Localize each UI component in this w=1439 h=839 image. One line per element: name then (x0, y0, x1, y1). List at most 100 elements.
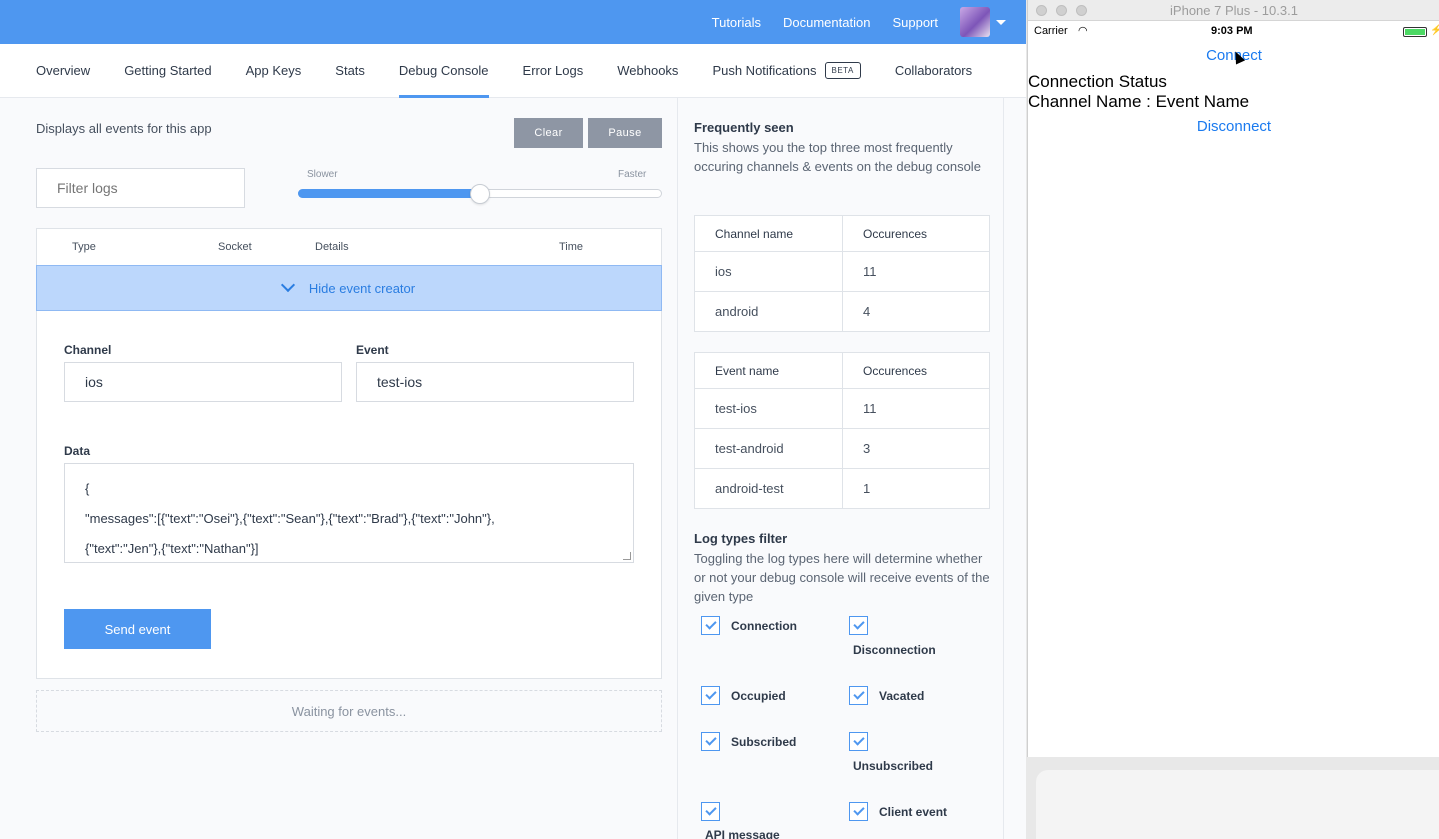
subscribed-checkbox[interactable] (701, 732, 720, 751)
table-cell: ios (694, 251, 843, 292)
data-textarea[interactable]: { "messages":[{"text":"Osei"},{"text":"S… (64, 463, 634, 563)
occupied-checkbox[interactable] (701, 686, 720, 705)
table-header: Channel name (694, 215, 843, 252)
tab-app-keys[interactable]: App Keys (246, 44, 302, 98)
disconnection-checkbox[interactable] (849, 616, 868, 635)
check-icon (852, 618, 865, 630)
simulator-titlebar: iPhone 7 Plus - 10.3.1 (1028, 0, 1439, 21)
table-cell: test-android (694, 428, 843, 469)
client-event-checkbox[interactable] (849, 802, 868, 821)
channel-label: Channel (64, 343, 112, 357)
check-icon (704, 734, 717, 746)
table-cell: 4 (842, 291, 990, 332)
table-cell: android (694, 291, 843, 332)
unsubscribed-checkbox[interactable] (849, 732, 868, 751)
speed-slider-thumb[interactable] (470, 184, 490, 204)
simulator-title: iPhone 7 Plus - 10.3.1 (1170, 3, 1298, 18)
battery-icon (1403, 27, 1427, 37)
resize-handle-icon[interactable] (623, 552, 631, 560)
caret-down-icon[interactable] (996, 19, 1006, 25)
table-row: test-ios 11 (694, 388, 990, 429)
tab-overview[interactable]: Overview (36, 44, 90, 98)
data-line: { (85, 481, 90, 496)
tab-push-notifications[interactable]: Push Notifications BETA (712, 44, 861, 98)
sidebar-panel: Frequently seen This shows you the top t… (677, 98, 1004, 839)
tutorials-link[interactable]: Tutorials (712, 15, 761, 30)
occupied-label: Occupied (731, 689, 786, 703)
tab-error-logs[interactable]: Error Logs (523, 44, 584, 98)
tab-bar: Overview Getting Started App Keys Stats … (0, 44, 1026, 98)
documentation-link[interactable]: Documentation (783, 15, 870, 30)
table-row: test-android 3 (694, 428, 990, 469)
table-row: ios 11 (694, 251, 990, 292)
console-description: Displays all events for this app (36, 121, 212, 136)
connection-status-label: Connection Status (1028, 72, 1167, 91)
log-types-filter-title: Log types filter (694, 531, 788, 546)
check-icon (704, 618, 717, 630)
status-time: 9:03 PM (1211, 25, 1253, 37)
channel-event-label: Channel Name : Event Name (1028, 92, 1250, 111)
vacated-label: Vacated (879, 689, 925, 703)
event-panel: Type Socket Details Time Hide event crea… (36, 228, 662, 679)
top-nav: Tutorials Documentation Support (712, 0, 1026, 44)
data-label: Data (64, 444, 91, 458)
vacated-checkbox[interactable] (849, 686, 868, 705)
clear-button[interactable]: Clear (514, 118, 583, 148)
avatar[interactable] (960, 7, 990, 37)
support-link[interactable]: Support (892, 15, 938, 30)
carrier-label: Carrier (1034, 25, 1068, 37)
disconnection-label: Disconnection (853, 643, 936, 657)
slider-faster-label: Faster (618, 169, 647, 180)
tab-webhooks[interactable]: Webhooks (617, 44, 678, 98)
top-bar: Tutorials Documentation Support (0, 0, 1026, 44)
column-type: Type (72, 241, 96, 253)
api-message-label: API message (705, 828, 780, 839)
subscribed-label: Subscribed (731, 735, 797, 749)
filter-logs-input[interactable] (36, 168, 245, 208)
data-line: {"text":"Jen"},{"text":"Nathan"}] (85, 541, 259, 556)
tab-getting-started[interactable]: Getting Started (124, 44, 211, 98)
channel-input[interactable]: ios (64, 362, 342, 402)
connection-checkbox[interactable] (701, 616, 720, 635)
api-message-checkbox[interactable] (701, 802, 720, 821)
waiting-for-events: Waiting for events... (36, 690, 662, 732)
pause-button[interactable]: Pause (588, 118, 662, 148)
tab-collaborators[interactable]: Collaborators (895, 44, 972, 98)
event-input[interactable]: test-ios (356, 362, 634, 402)
data-line: "messages":[{"text":"Osei"},{"text":"Sea… (85, 511, 495, 526)
check-icon (852, 734, 865, 746)
unsubscribed-label: Unsubscribed (853, 759, 934, 773)
table-row: android 4 (694, 291, 990, 332)
send-event-button[interactable]: Send event (64, 609, 211, 649)
tab-debug-console[interactable]: Debug Console (398, 44, 489, 98)
chevron-down-icon (280, 277, 295, 293)
table-cell: test-ios (694, 388, 843, 429)
column-time: Time (559, 241, 584, 253)
log-types-filter-text: Toggling the log types here will determi… (694, 551, 990, 604)
table-cell: android-test (694, 468, 843, 509)
tab-stats[interactable]: Stats (335, 44, 365, 98)
event-label: Event (356, 343, 389, 357)
simulator-window: iPhone 7 Plus - 10.3.1 Carrier ◠ 9:03 PM… (1027, 0, 1439, 757)
dashboard-app: Tutorials Documentation Support Overview… (0, 0, 1026, 839)
connection-label: Connection (731, 619, 797, 633)
table-cell: 1 (842, 468, 990, 509)
hide-event-creator-toggle[interactable]: Hide event creator (36, 265, 662, 311)
table-cell: 11 (842, 388, 990, 429)
speed-slider-fill (298, 189, 480, 198)
hide-event-creator-label: Hide event creator (308, 280, 416, 296)
disconnect-button[interactable]: Disconnect (1028, 118, 1439, 135)
table-header: Event name (694, 352, 843, 389)
table-cell: 11 (842, 251, 990, 292)
check-icon (704, 688, 717, 700)
frequently-seen-title: Frequently seen (694, 120, 794, 135)
check-icon (852, 688, 865, 700)
tab-push-notifications-label: Push Notifications (712, 63, 817, 78)
check-icon (852, 804, 865, 816)
check-icon (704, 804, 717, 816)
table-cell: 3 (842, 428, 990, 469)
table-header: Occurences (842, 215, 990, 252)
column-socket: Socket (218, 241, 252, 253)
table-row: android-test 1 (694, 468, 990, 509)
simulator-device-frame (1036, 770, 1439, 839)
